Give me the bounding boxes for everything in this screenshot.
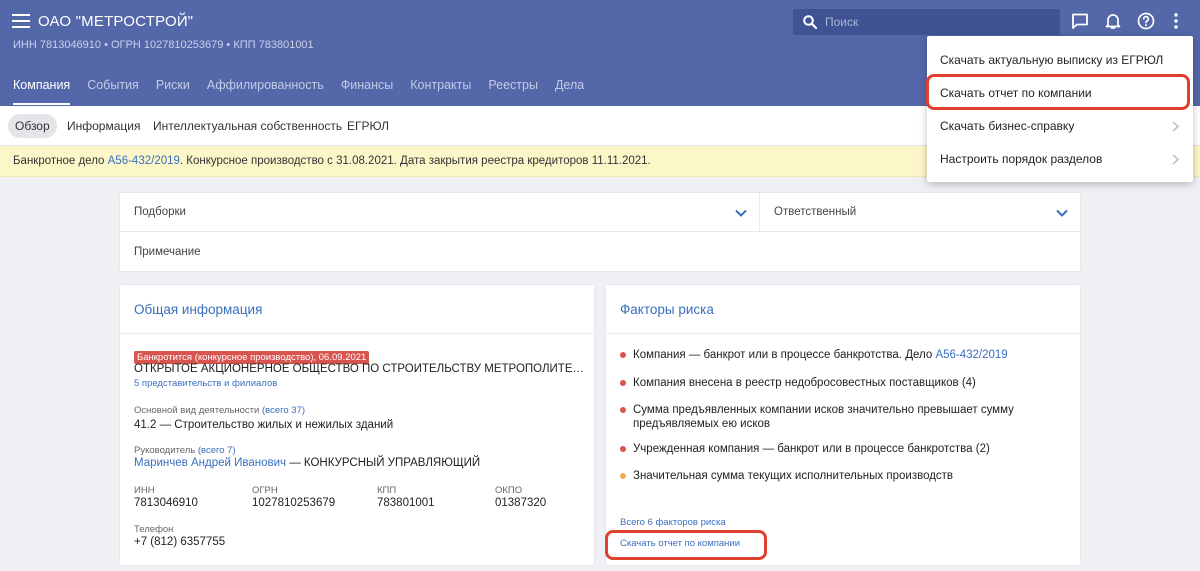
risk-dot-high [620,446,626,452]
subnav-info[interactable]: Информация [60,114,147,138]
risk-factors-title[interactable]: Факторы риска [620,302,714,317]
subnav-egrul[interactable]: ЕГРЮЛ [340,114,396,138]
risk-dot-high [620,380,626,386]
head-all-link[interactable]: (всего 7) [198,445,236,456]
menu-icon[interactable] [12,14,30,28]
card-divider [606,333,1080,334]
inn-label: ИНН [134,485,155,496]
tab-risks[interactable]: Риски [156,78,190,105]
subnav-overview[interactable]: Обзор [8,114,57,138]
risk-dot-medium [620,473,626,479]
main-tabs: Компания События Риски Аффилированность … [13,78,601,105]
tab-contracts[interactable]: Контракты [410,78,471,105]
responsible-field[interactable]: Ответственный [774,206,856,218]
field-divider [120,231,1080,232]
ogrn-value: 1027810253679 [252,497,336,509]
tab-company[interactable]: Компания [13,78,71,105]
bell-icon[interactable] [1104,12,1122,30]
head-label: Руководитель (всего 7) [134,445,236,456]
head-name-link[interactable]: Маринчев Андрей Иванович [134,457,286,469]
kpp-label: КПП [377,485,397,496]
banner-suffix: . Конкурсное производство с 31.08.2021. … [179,155,651,167]
risk-item: Компания — банкрот или в процессе банкро… [633,349,1008,361]
kpp-value: 783801001 [377,497,435,509]
menu-item-section-order[interactable]: Настроить порядок разделов [927,143,1193,176]
risk-dot-high [620,352,626,358]
chevron-right-icon [1172,154,1179,165]
tab-cases[interactable]: Дела [555,78,584,105]
tab-events[interactable]: События [87,78,139,105]
risk-case-link[interactable]: А56-432/2019 [935,349,1007,361]
chat-icon[interactable] [1071,12,1089,30]
okpo-label: ОКПО [495,485,523,496]
company-identifiers: ИНН 7813046910 • ОГРН 1027810253679 • КП… [13,39,314,51]
activity-all-link[interactable]: (всего 37) [262,405,305,416]
risk-item: Сумма предъявленных компании исков значи… [633,404,1014,430]
inn-value: 7813046910 [134,497,198,509]
head-value: Маринчев Андрей Иванович — КОНКУРСНЫЙ УП… [134,457,481,469]
branches-link[interactable]: 5 представительств и филиалов [134,378,277,389]
risk-dot-high [620,407,626,413]
tab-registries[interactable]: Реестры [488,78,538,105]
company-full-name: ОТКРЫТОЕ АКЦИОНЕРНОЕ ОБЩЕСТВО ПО СТРОИТЕ… [134,363,584,375]
okpo-value: 01387320 [495,497,547,509]
search-box [793,9,1060,35]
general-info-title[interactable]: Общая информация [134,302,262,317]
banner-case-link[interactable]: А56-432/2019 [108,155,180,167]
company-title: ОАО "МЕТРОСТРОЙ" [38,13,194,30]
collections-field[interactable]: Подборки [134,206,186,218]
search-input[interactable] [825,13,1045,31]
phone-value: +7 (812) 6357755 [134,536,226,548]
activity-label: Основной вид деятельности (всего 37) [134,405,306,416]
chevron-down-icon[interactable] [1056,209,1068,217]
actions-menu: Скачать актуальную выписку из ЕГРЮЛ Скач… [927,36,1193,182]
all-risks-link[interactable]: Всего 6 факторов риска [620,517,726,528]
risk-item: Учрежденная компания — банкрот или в про… [633,443,990,455]
help-icon[interactable] [1137,12,1155,30]
fields-card: Подборки Ответственный Примечание [120,193,1080,271]
phone-label: Телефон [134,524,174,535]
field-divider [759,193,760,231]
ogrn-label: ОГРН [252,485,278,496]
subnav-ip[interactable]: Интеллектуальная собственность [146,114,349,138]
download-report-link[interactable]: Скачать отчет по компании [620,538,740,549]
note-field[interactable]: Примечание [134,246,201,258]
more-vertical-icon[interactable] [1171,12,1181,30]
tab-finance[interactable]: Финансы [341,78,393,105]
chevron-right-icon [1172,121,1179,132]
chevron-down-icon[interactable] [735,209,747,217]
search-icon[interactable] [803,15,817,29]
card-divider [120,333,594,334]
risk-item: Компания внесена в реестр недобросовестн… [633,377,976,389]
menu-item-company-report[interactable]: Скачать отчет по компании [927,77,1193,110]
activity-value: 41.2 — Строительство жилых и нежилых зда… [134,419,394,431]
menu-item-egrul-extract[interactable]: Скачать актуальную выписку из ЕГРЮЛ [927,44,1193,77]
risk-item: Значительная сумма текущих исполнительны… [633,470,954,482]
banner-prefix: Банкротное дело [13,155,105,167]
menu-item-business-report[interactable]: Скачать бизнес-справку [927,110,1193,143]
tab-affiliation[interactable]: Аффилированность [207,78,324,105]
